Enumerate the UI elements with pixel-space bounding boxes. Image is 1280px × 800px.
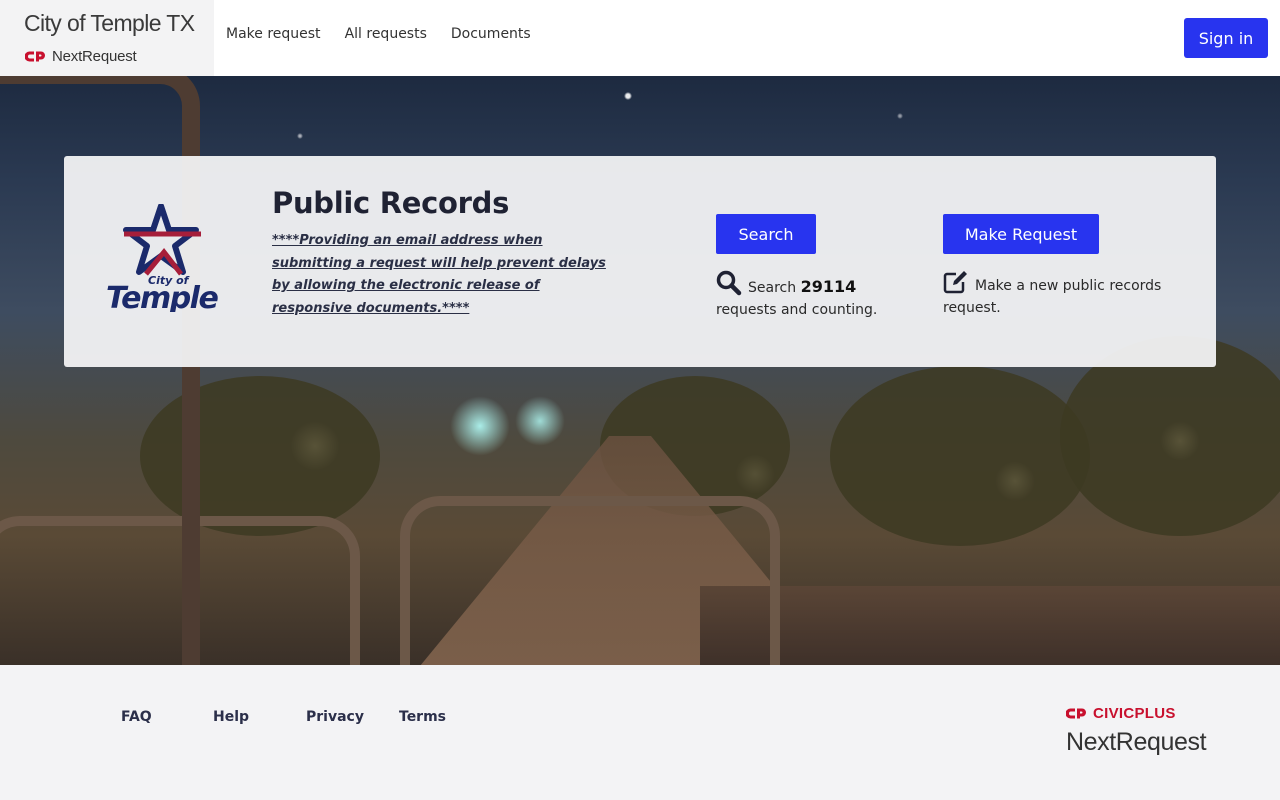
search-suffix: requests and counting. xyxy=(716,302,878,318)
nav-all-requests[interactable]: All requests xyxy=(345,26,427,42)
nav-make-request[interactable]: Make request xyxy=(226,26,321,42)
footer-link-privacy[interactable]: Privacy xyxy=(306,709,364,725)
nav-documents[interactable]: Documents xyxy=(451,26,531,42)
product-brand: NextRequest xyxy=(25,48,137,65)
make-request-button[interactable]: Make Request xyxy=(943,214,1099,254)
site-title[interactable]: City of Temple TX xyxy=(24,10,195,37)
footer: FAQ Help Privacy Terms CIVICPLUS NextReq… xyxy=(0,665,1280,800)
hero-banner: City of Temple Public Records ****Provid… xyxy=(0,76,1280,665)
brand-block[interactable]: City of Temple TX NextRequest xyxy=(0,0,214,76)
public-records-card: City of Temple Public Records ****Provid… xyxy=(64,156,1216,367)
make-request-description: Make a new public records request. xyxy=(943,278,1162,316)
top-navbar: City of Temple TX NextRequest Make reque… xyxy=(0,0,1280,76)
make-request-stat: Make a new public records request. xyxy=(943,270,1183,319)
search-button[interactable]: Search xyxy=(716,214,816,254)
request-count: 29114 xyxy=(800,277,857,296)
edit-icon xyxy=(943,271,967,294)
main-nav: Make request All requests Documents xyxy=(226,26,555,42)
vendor-name: CIVICPLUS xyxy=(1093,705,1176,722)
city-of-temple-logo: City of Temple xyxy=(106,204,220,312)
email-notice: ****Providing an email address when subm… xyxy=(272,233,606,316)
logo-large-text: Temple xyxy=(106,281,218,312)
search-stat: Search 29114 requests and counting. xyxy=(716,270,916,321)
search-icon xyxy=(716,270,742,296)
civicplus-logo-icon xyxy=(1066,708,1086,719)
footer-link-help[interactable]: Help xyxy=(213,709,249,725)
civicplus-logo-icon xyxy=(25,51,45,62)
civicplus-brand[interactable]: CIVICPLUS xyxy=(1066,705,1176,722)
search-prefix: Search xyxy=(748,280,797,296)
footer-link-terms[interactable]: Terms xyxy=(399,709,446,725)
product-name: NextRequest xyxy=(52,48,137,65)
page-title: Public Records xyxy=(272,186,510,220)
footer-link-faq[interactable]: FAQ xyxy=(121,709,152,725)
sign-in-button[interactable]: Sign in xyxy=(1184,18,1268,58)
vendor-product: NextRequest xyxy=(1066,728,1207,756)
